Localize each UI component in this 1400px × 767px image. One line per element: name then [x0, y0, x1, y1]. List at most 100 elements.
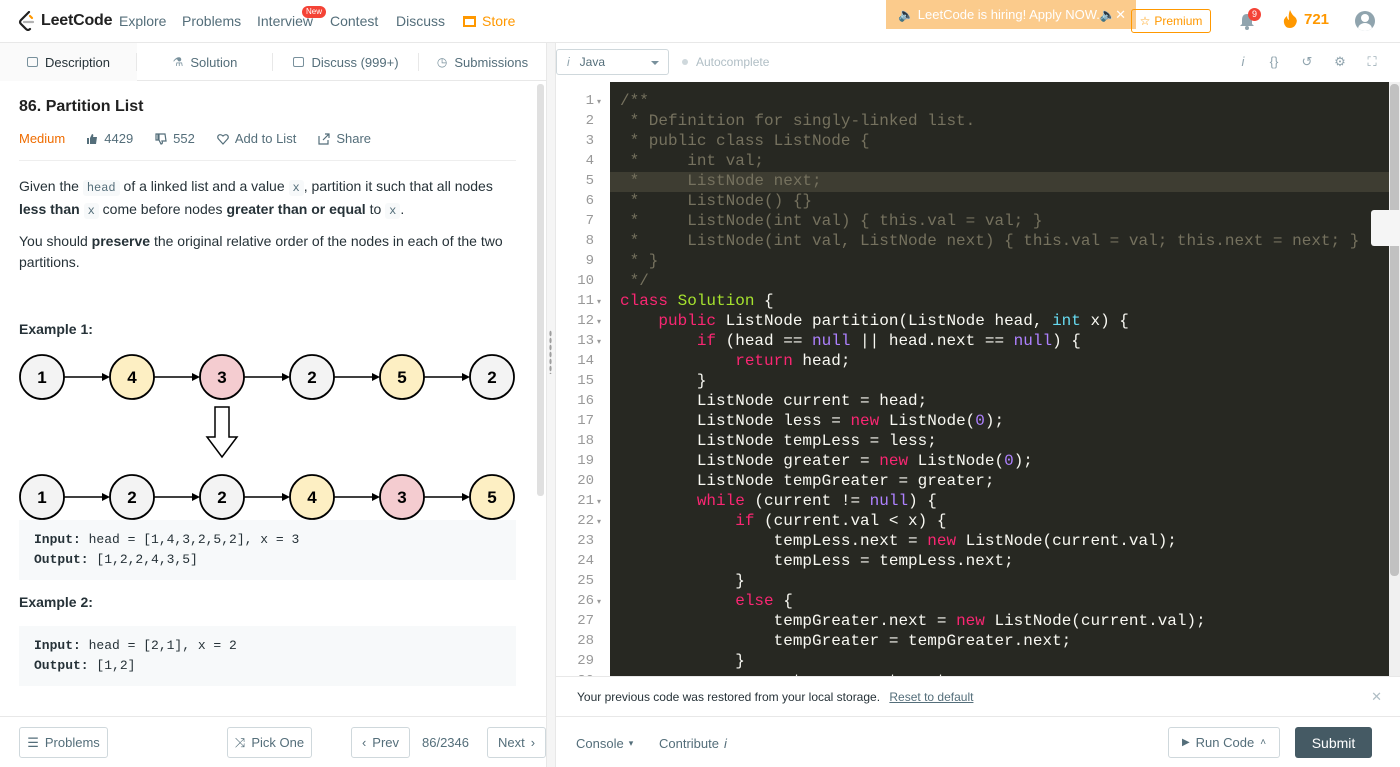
reset-to-default-link[interactable]: Reset to default [889, 690, 973, 704]
contribute-button[interactable]: Contribute i [659, 736, 727, 751]
avatar[interactable] [1355, 11, 1375, 31]
console-button[interactable]: Console ▾ [576, 736, 633, 751]
hiring-banner[interactable]: 🔈 LeetCode is hiring! Apply NOW.🔈 ✕ [886, 0, 1136, 29]
fold-icon[interactable]: ▾ [597, 497, 601, 506]
example-1-box: Input: head = [1,4,3,2,5,2], x = 3 Outpu… [19, 520, 516, 580]
braces-icon[interactable]: {} [1267, 55, 1281, 69]
nav-discuss[interactable]: Discuss [396, 13, 445, 29]
code-editor[interactable]: 1 ▾/** 2 * Definition for singly-linked li… [556, 82, 1400, 676]
line-number: 29 [577, 653, 594, 669]
code-line[interactable]: * ListNode(int val) { this.val = val; } [620, 212, 1043, 230]
line-number: 22 [577, 513, 594, 529]
settings-icon[interactable]: ⚙ [1333, 55, 1347, 69]
prev-button[interactable]: ‹ Prev [351, 727, 410, 758]
code-line[interactable]: public ListNode partition(ListNode head,… [620, 312, 1129, 330]
code-token: * ListNode(int val) { this.val = val; } [620, 212, 1043, 230]
code-line[interactable]: if (head == null || head.next == null) { [620, 332, 1081, 350]
panel-resizer[interactable] [546, 43, 556, 767]
caret-down-icon: ▾ [628, 738, 634, 748]
code-line[interactable]: ListNode greater = new ListNode(0); [620, 452, 1033, 470]
code-line[interactable]: } [620, 652, 745, 670]
play-icon: ▶ [1181, 737, 1190, 748]
arrow-head [372, 493, 380, 501]
tab-solution[interactable]: ⚗ Solution [137, 43, 273, 81]
logo[interactable]: LeetCode [18, 11, 113, 31]
nav-store[interactable]: Store [463, 13, 515, 29]
fold-icon[interactable]: ▾ [597, 317, 601, 326]
code-token: } [620, 572, 745, 590]
code-line[interactable]: tempGreater.next = new ListNode(current.… [620, 612, 1206, 630]
code-line[interactable]: tempLess.next = new ListNode(current.val… [620, 532, 1177, 550]
nav-contest[interactable]: Contest [330, 13, 378, 29]
code-line[interactable]: ListNode less = new ListNode(0); [620, 412, 1004, 430]
tab-description[interactable]: Description [0, 43, 137, 81]
streak-counter[interactable]: 721 [1282, 10, 1329, 28]
fold-icon[interactable]: ▾ [597, 517, 601, 526]
code-line[interactable]: ListNode tempLess = less; [620, 432, 937, 450]
code-line[interactable]: * Definition for singly-linked list. [620, 112, 976, 130]
description-scrollbar[interactable] [537, 84, 544, 496]
run-code-button[interactable]: ▶ Run Code ˄ [1168, 727, 1280, 758]
code-line[interactable]: */ [620, 272, 649, 290]
fold-icon[interactable]: ▾ [597, 597, 601, 606]
code-line[interactable]: return head; [620, 352, 850, 370]
code-line[interactable]: ListNode current = head; [620, 392, 927, 410]
code-line[interactable]: * int val; [620, 152, 764, 170]
code-line[interactable]: * } [620, 252, 659, 270]
share-button[interactable]: Share [318, 131, 371, 146]
premium-button[interactable]: ☆ Premium [1131, 9, 1211, 33]
share-icon [318, 132, 330, 145]
dislike-button[interactable]: 552 [155, 131, 195, 146]
code-line[interactable]: if (current.val < x) { [620, 512, 946, 530]
code-line[interactable]: * ListNode(int val, ListNode next) { thi… [620, 232, 1360, 250]
like-button[interactable]: 4429 [86, 131, 133, 146]
code-line[interactable]: tempLess = tempLess.next; [620, 552, 1014, 570]
fold-icon[interactable]: ▾ [597, 97, 601, 106]
code-token: tempLess.next = [620, 532, 928, 550]
code-line[interactable]: else { [620, 592, 793, 610]
tab-discuss[interactable]: Discuss (999+) [273, 43, 419, 81]
fold-icon[interactable]: ▾ [597, 337, 601, 346]
line-number: 26 [577, 593, 594, 609]
language-select[interactable]: i Java [556, 49, 669, 75]
code-line[interactable]: * ListNode next; [620, 172, 822, 190]
reset-icon[interactable]: ↺ [1300, 55, 1314, 69]
text: Given the [19, 178, 83, 194]
close-icon[interactable]: ✕ [1371, 689, 1382, 705]
fold-icon[interactable]: ▾ [597, 297, 601, 306]
code-line[interactable]: class Solution { [620, 292, 774, 310]
code-line[interactable]: * public class ListNode { [620, 132, 870, 150]
code-token: * public class ListNode { [620, 132, 870, 150]
code-token: ListNode greater = [620, 452, 880, 470]
nav-problems[interactable]: Problems [182, 13, 241, 29]
code-line[interactable]: tempGreater = tempGreater.next; [620, 632, 1072, 650]
autocomplete-toggle[interactable]: Autocomplete [682, 55, 769, 69]
code-line[interactable]: ListNode tempGreater = greater; [620, 472, 995, 490]
add-to-list-button[interactable]: Add to List [217, 131, 296, 146]
top-row-node-label: 3 [217, 368, 226, 387]
like-count: 4429 [104, 131, 134, 146]
info-icon[interactable]: i [1236, 55, 1250, 69]
fullscreen-icon[interactable]: ⛶ [1365, 55, 1379, 69]
example-2-title: Example 2: [19, 594, 93, 610]
side-panel-tab[interactable] [1371, 210, 1400, 246]
thumbs-down-icon [155, 132, 167, 145]
submit-button[interactable]: Submit [1295, 727, 1372, 758]
nav-explore[interactable]: Explore [119, 13, 166, 29]
tab-submissions[interactable]: ◷ Submissions [419, 43, 546, 81]
problems-button[interactable]: ☰ Problems [19, 727, 108, 758]
code-line[interactable]: while (current != null) { [620, 492, 937, 510]
drag-handle-icon[interactable] [549, 330, 552, 374]
pick-one-label: Pick One [251, 735, 305, 750]
next-button[interactable]: Next › [487, 727, 546, 758]
code-line[interactable]: /** [620, 92, 649, 110]
arrow-head [102, 373, 110, 381]
code-line[interactable]: * ListNode() {} [620, 192, 812, 210]
top-row-node-label: 4 [127, 368, 137, 387]
code-line[interactable]: } [620, 572, 745, 590]
editor-scrollbar[interactable] [1390, 84, 1399, 576]
close-icon[interactable]: ✕ [1115, 7, 1126, 23]
code-line[interactable]: } [620, 372, 707, 390]
pick-one-button[interactable]: ⤨ Pick One [227, 727, 312, 758]
code-token: ListNode( [908, 452, 1005, 470]
